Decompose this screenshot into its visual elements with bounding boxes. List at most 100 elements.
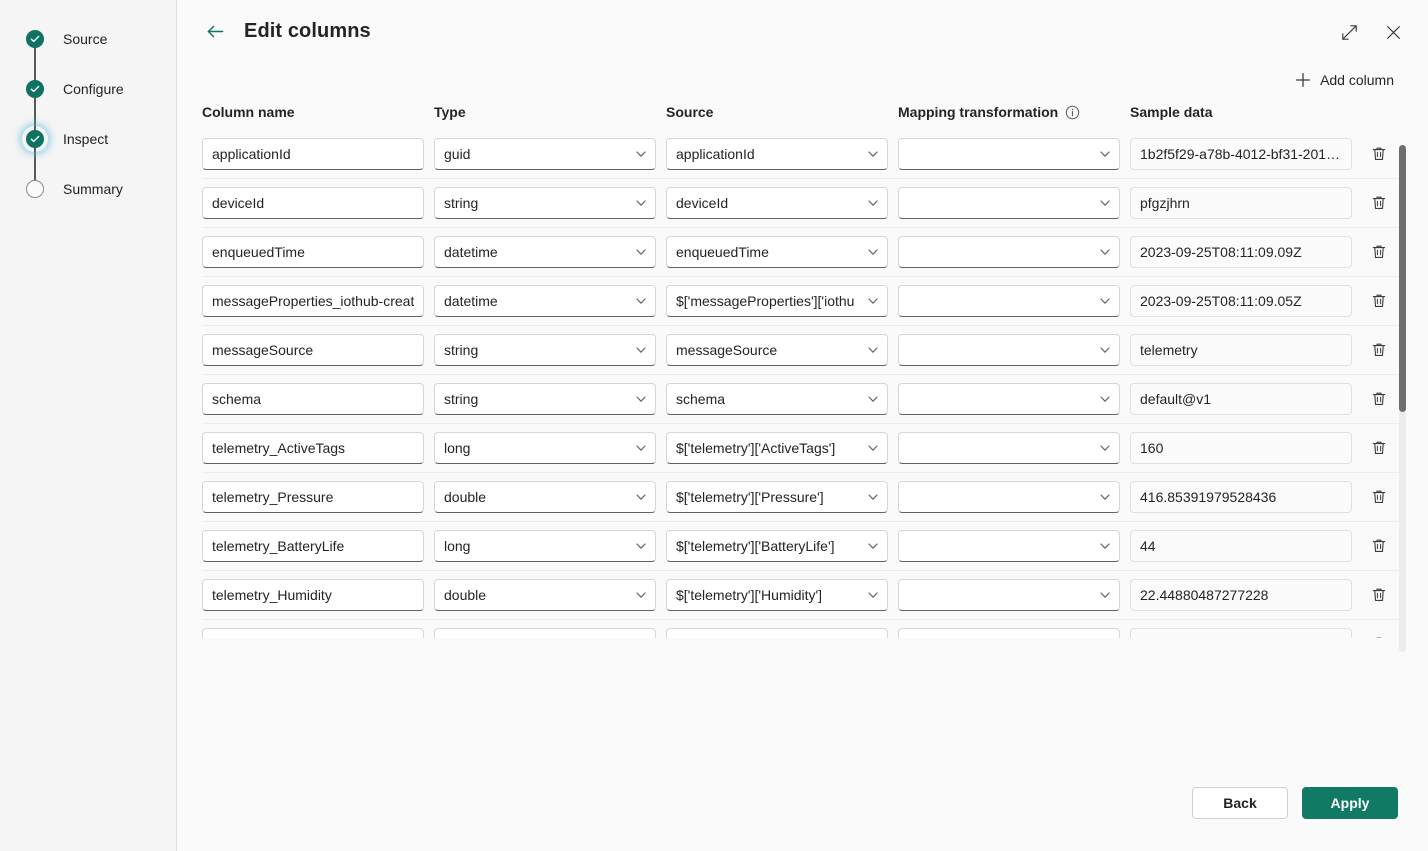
- cell-type: datetime: [434, 285, 666, 317]
- column-name-input[interactable]: messageProperties_iothub-creat: [202, 285, 424, 317]
- cell-source: $['telemetry']['ActiveTags']: [666, 432, 898, 464]
- column-name-input[interactable]: deviceId: [202, 187, 424, 219]
- source-value: $['telemetry']['Light']: [676, 636, 866, 638]
- source-dropdown[interactable]: $['telemetry']['Humidity']: [666, 579, 888, 611]
- close-icon[interactable]: [1378, 17, 1408, 47]
- sample-data-field: 160: [1130, 432, 1352, 464]
- trash-icon[interactable]: [1368, 290, 1390, 312]
- chevron-down-icon: [1098, 294, 1112, 308]
- wizard-step-inspect[interactable]: Inspect: [26, 128, 176, 178]
- mapping-transformation-dropdown[interactable]: [898, 334, 1120, 366]
- source-dropdown[interactable]: $['telemetry']['Pressure']: [666, 481, 888, 513]
- wizard-sidebar: Source Configure Inspect Summary: [0, 0, 177, 851]
- source-dropdown[interactable]: $['telemetry']['BatteryLife']: [666, 530, 888, 562]
- type-dropdown[interactable]: double: [434, 579, 656, 611]
- column-name-input[interactable]: schema: [202, 383, 424, 415]
- cell-mapping: [898, 285, 1130, 317]
- mapping-transformation-dropdown[interactable]: [898, 628, 1120, 638]
- trash-icon[interactable]: [1368, 437, 1390, 459]
- mapping-transformation-dropdown[interactable]: [898, 236, 1120, 268]
- wizard-step-source[interactable]: Source: [26, 28, 176, 78]
- table-row: messageSource string messageSource telem…: [202, 326, 1406, 375]
- sample-data-value: telemetry: [1140, 342, 1198, 358]
- mapping-transformation-dropdown[interactable]: [898, 383, 1120, 415]
- mapping-transformation-dropdown[interactable]: [898, 285, 1120, 317]
- column-name-input[interactable]: applicationId: [202, 138, 424, 170]
- sample-data-field: 44: [1130, 530, 1352, 562]
- expand-diagonal-icon[interactable]: [1334, 17, 1364, 47]
- trash-icon[interactable]: [1368, 584, 1390, 606]
- chevron-down-icon: [866, 294, 880, 308]
- table-scrollbar[interactable]: [1399, 145, 1406, 652]
- cell-sample: 2023-09-25T08:11:09.09Z: [1130, 236, 1356, 268]
- column-name-input[interactable]: messageSource: [202, 334, 424, 366]
- source-dropdown[interactable]: $['messageProperties']['iothu: [666, 285, 888, 317]
- wizard-step-configure[interactable]: Configure: [26, 78, 176, 128]
- source-dropdown[interactable]: applicationId: [666, 138, 888, 170]
- cell-source: messageSource: [666, 334, 898, 366]
- header-source: Source: [666, 104, 714, 120]
- column-name-value: telemetry_BatteryLife: [212, 538, 345, 554]
- source-dropdown[interactable]: $['telemetry']['ActiveTags']: [666, 432, 888, 464]
- trash-icon[interactable]: [1368, 143, 1390, 165]
- trash-icon[interactable]: [1368, 339, 1390, 361]
- cell-column-name: telemetry_Light: [202, 628, 434, 638]
- wizard-steps: Source Configure Inspect Summary: [26, 28, 176, 228]
- plus-icon: [1295, 72, 1311, 88]
- type-value: datetime: [444, 244, 498, 260]
- back-button[interactable]: Back: [1192, 787, 1288, 819]
- column-name-input[interactable]: telemetry_Pressure: [202, 481, 424, 513]
- table-scrollbar-thumb[interactable]: [1399, 145, 1406, 412]
- sample-data-field: 416.85391979528436: [1130, 481, 1352, 513]
- chevron-down-icon: [634, 539, 648, 553]
- source-dropdown[interactable]: messageSource: [666, 334, 888, 366]
- column-name-input[interactable]: telemetry_Humidity: [202, 579, 424, 611]
- trash-icon[interactable]: [1368, 241, 1390, 263]
- header-sample-data: Sample data: [1130, 104, 1213, 120]
- type-dropdown[interactable]: datetime: [434, 236, 656, 268]
- source-value: $['telemetry']['BatteryLife']: [676, 538, 835, 554]
- mapping-transformation-dropdown[interactable]: [898, 530, 1120, 562]
- mapping-transformation-dropdown[interactable]: [898, 187, 1120, 219]
- mapping-transformation-dropdown[interactable]: [898, 579, 1120, 611]
- column-name-input[interactable]: telemetry_ActiveTags: [202, 432, 424, 464]
- source-dropdown[interactable]: deviceId: [666, 187, 888, 219]
- chevron-down-icon: [634, 196, 648, 210]
- type-dropdown[interactable]: guid: [434, 138, 656, 170]
- trash-icon[interactable]: [1368, 388, 1390, 410]
- cell-sample: 160: [1130, 432, 1356, 464]
- source-value: $['messageProperties']['iothu: [676, 293, 855, 309]
- type-dropdown[interactable]: long: [434, 432, 656, 464]
- chevron-down-icon: [1098, 441, 1112, 455]
- type-value: guid: [444, 146, 471, 162]
- source-dropdown[interactable]: $['telemetry']['Light']: [666, 628, 888, 638]
- add-column-button[interactable]: Add column: [1291, 68, 1398, 92]
- wizard-step-summary[interactable]: Summary: [26, 178, 176, 228]
- wizard-step-label: Source: [63, 31, 108, 47]
- mapping-transformation-dropdown[interactable]: [898, 138, 1120, 170]
- type-dropdown[interactable]: double: [434, 628, 656, 638]
- type-dropdown[interactable]: string: [434, 334, 656, 366]
- type-dropdown[interactable]: string: [434, 187, 656, 219]
- type-dropdown[interactable]: double: [434, 481, 656, 513]
- mapping-transformation-dropdown[interactable]: [898, 432, 1120, 464]
- source-dropdown[interactable]: schema: [666, 383, 888, 415]
- trash-icon[interactable]: [1368, 192, 1390, 214]
- mapping-transformation-dropdown[interactable]: [898, 481, 1120, 513]
- type-dropdown[interactable]: string: [434, 383, 656, 415]
- trash-icon[interactable]: [1368, 535, 1390, 557]
- type-dropdown[interactable]: datetime: [434, 285, 656, 317]
- source-dropdown[interactable]: enqueuedTime: [666, 236, 888, 268]
- column-name-input[interactable]: enqueuedTime: [202, 236, 424, 268]
- trash-icon[interactable]: [1368, 633, 1390, 638]
- cell-type: long: [434, 530, 666, 562]
- info-icon[interactable]: [1065, 105, 1080, 120]
- column-name-input[interactable]: telemetry_Light: [202, 628, 424, 638]
- cell-source: applicationId: [666, 138, 898, 170]
- cell-type: string: [434, 334, 666, 366]
- trash-icon[interactable]: [1368, 486, 1390, 508]
- type-dropdown[interactable]: long: [434, 530, 656, 562]
- column-name-input[interactable]: telemetry_BatteryLife: [202, 530, 424, 562]
- apply-button[interactable]: Apply: [1302, 787, 1398, 819]
- back-arrow-icon[interactable]: [202, 18, 228, 44]
